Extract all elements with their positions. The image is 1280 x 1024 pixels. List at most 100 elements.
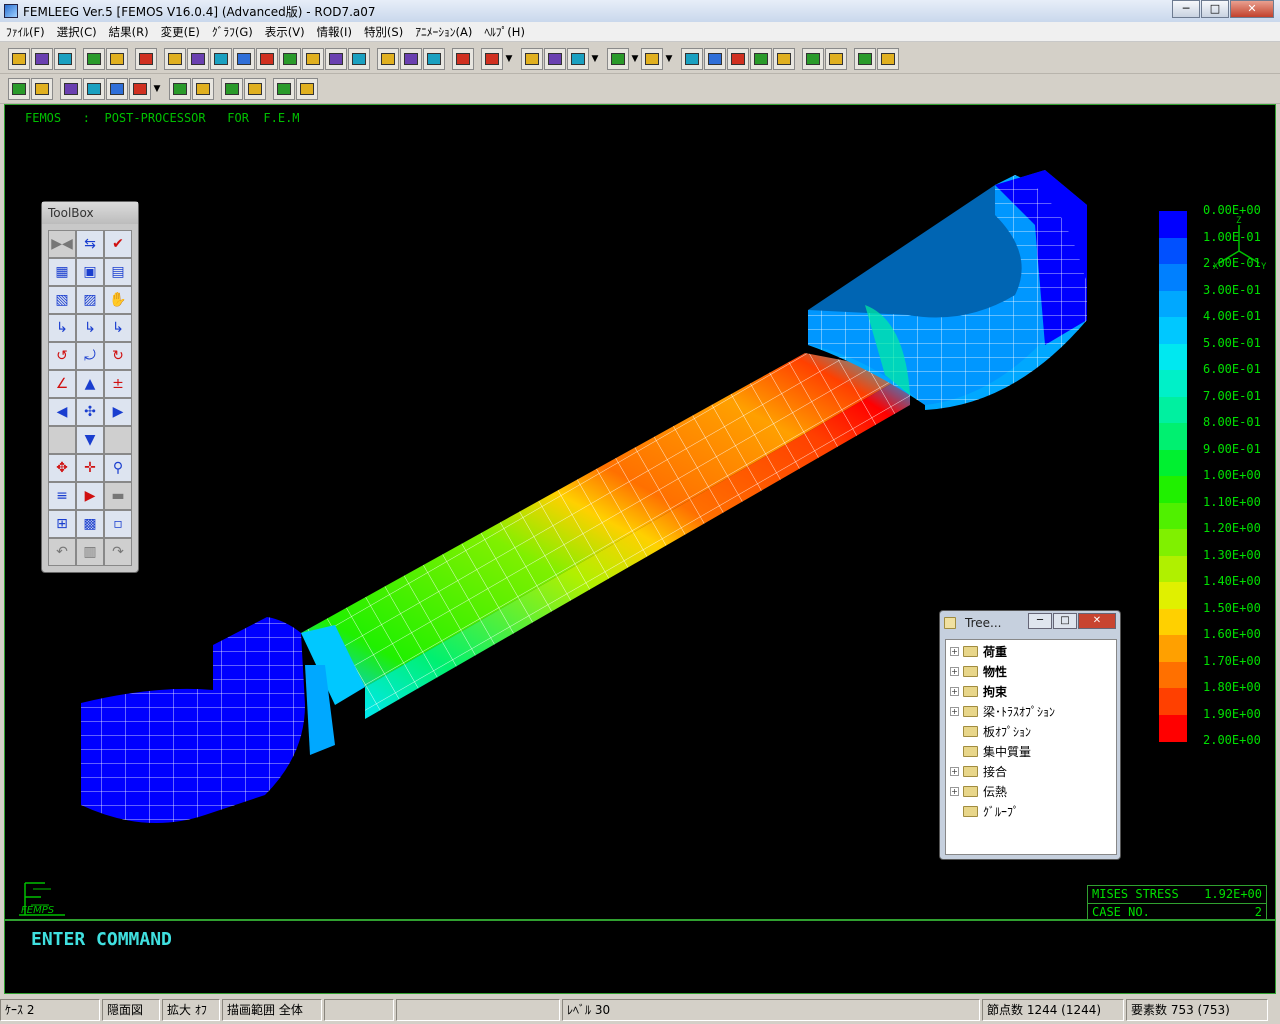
toolbox-tool-icon[interactable]: ▬ [104,482,132,510]
toolbar-dropdown-icon[interactable]: ▼ [664,48,674,70]
toolbar-tool-icon[interactable] [31,47,53,70]
tree-node[interactable]: + 接合 [950,761,1007,781]
menu-view[interactable]: 表示(V) [259,24,311,40]
menu-help[interactable]: ﾍﾙﾌﾟ(H) [478,24,531,40]
toolbar-tool-icon[interactable] [169,77,191,100]
toolbox-tool-icon[interactable]: ▶ [76,482,104,510]
toolbox-tool-icon[interactable]: ▩ [76,510,104,538]
toolbox-tool-icon[interactable]: ✋ [104,286,132,314]
toolbox-tool-icon[interactable]: ⚲ [104,454,132,482]
toolbox-tool-icon[interactable]: ◀ [48,398,76,426]
toolbox-tool-icon[interactable]: ↳ [104,314,132,342]
tree-minimize-button[interactable]: ─ [1028,613,1052,629]
app-icon[interactable] [4,4,18,18]
toolbar-tool-icon[interactable] [192,77,214,100]
toolbar-tool-icon[interactable] [302,47,324,70]
toolbar-tool-icon[interactable] [187,47,209,70]
toolbox-tool-icon[interactable]: ∠ [48,370,76,398]
menu-special[interactable]: 特別(S) [358,24,409,40]
tree-node[interactable]: + 拘束 [950,681,1007,701]
tree-expand-icon[interactable]: + [950,686,959,696]
toolbox-window[interactable]: ToolBox ▶◀ ⇆ ✔ ▦ ▣ ▤ ▧ ▨ ✋ ↳ ↳ ↳ ↺ ⤾ ↻ ∠ ▲ ± ◀ ✣ ▶ ▼ ✥ ✛ ⚲ ≡ ▶ ▬ ⊞ ▩ ▫… [41,201,139,573]
tree-close-button[interactable]: ✕ [1078,613,1116,629]
toolbar-dropdown-icon[interactable]: ▼ [590,48,600,70]
toolbox-tool-icon[interactable]: ⊞ [48,510,76,538]
tree-node[interactable]: 板ｵﾌﾟｼｮﾝ [950,721,1031,741]
toolbox-tool-icon[interactable]: ↳ [76,314,104,342]
toolbar-tool-icon[interactable] [31,77,53,100]
toolbox-tool-icon[interactable]: ↶ [48,538,76,566]
toolbox-tool-icon[interactable]: ▫ [104,510,132,538]
toolbar-tool-icon[interactable] [348,47,370,70]
toolbox-tool-icon[interactable]: ↳ [48,314,76,342]
toolbar-tool-icon[interactable] [60,77,82,100]
tree-expand-icon[interactable]: + [950,666,959,676]
tree-expand-icon[interactable]: + [950,786,959,796]
maximize-button[interactable]: □ [1201,0,1229,18]
toolbar-tool-icon[interactable] [106,47,128,70]
menu-animation[interactable]: ｱﾆﾒｰｼｮﾝ(A) [409,24,478,40]
toolbox-tool-icon[interactable]: ▦ [48,258,76,286]
toolbox-tool-icon[interactable]: ⇆ [76,230,104,258]
menu-file[interactable]: ﾌｧｲﾙ(F) [0,24,51,40]
toolbar-tool-icon[interactable] [825,47,847,70]
toolbar-tool-icon[interactable] [641,47,663,70]
toolbox-tool-icon[interactable]: ▧ [48,286,76,314]
minimize-button[interactable]: ─ [1172,0,1200,18]
toolbar-tool-icon[interactable] [681,47,703,70]
toolbar-tool-icon[interactable] [452,47,474,70]
toolbar-tool-icon[interactable] [83,47,105,70]
tree-node[interactable]: 集中質量 [950,741,1031,761]
toolbar-tool-icon[interactable] [400,47,422,70]
toolbox-tool-icon[interactable]: ▥ [76,538,104,566]
toolbar-tool-icon[interactable] [256,47,278,70]
toolbar-tool-icon[interactable] [521,47,543,70]
toolbar-tool-icon[interactable] [221,77,243,100]
toolbar-tool-icon[interactable] [135,47,157,70]
tree-expand-icon[interactable]: + [950,646,959,656]
command-area[interactable]: ENTER COMMAND [4,920,1276,994]
toolbar-tool-icon[interactable] [423,47,445,70]
toolbox-tool-icon[interactable]: ↷ [104,538,132,566]
toolbar-tool-icon[interactable] [233,47,255,70]
toolbar-tool-icon[interactable] [244,77,266,100]
toolbar-tool-icon[interactable] [106,77,128,100]
toolbar-tool-icon[interactable] [877,47,899,70]
tree-node[interactable]: ｸﾞﾙｰﾌﾟ [950,801,1019,821]
toolbox-tool-icon[interactable]: ± [104,370,132,398]
toolbar-tool-icon[interactable] [273,77,295,100]
tree-node[interactable]: + 梁･ﾄﾗｽｵﾌﾟｼｮﾝ [950,701,1055,721]
close-button[interactable]: ✕ [1230,0,1274,18]
toolbox-tool-icon[interactable]: ↻ [104,342,132,370]
toolbar-tool-icon[interactable] [802,47,824,70]
tree-maximize-button[interactable]: □ [1053,613,1077,629]
tree-node[interactable]: + 伝熱 [950,781,1007,801]
toolbox-tool-icon[interactable]: ▶ [104,398,132,426]
tree-node[interactable]: + 物性 [950,661,1007,681]
toolbar-tool-icon[interactable] [164,47,186,70]
toolbar-tool-icon[interactable] [8,47,30,70]
toolbox-tool-icon[interactable]: ⤾ [76,342,104,370]
toolbox-tool-icon[interactable]: ✔ [104,230,132,258]
toolbar-tool-icon[interactable] [279,47,301,70]
tree-window[interactable]: Tree... ─ □ ✕ + 荷重 + 物性 + 拘束 + 梁･ﾄﾗｽｵﾌﾟｼｮﾝ 板ｵﾌﾟｼ… [939,610,1121,860]
toolbox-tool-icon[interactable]: ✥ [48,454,76,482]
toolbar-tool-icon[interactable] [83,77,105,100]
toolbox-tool-icon[interactable]: ▨ [76,286,104,314]
menu-result[interactable]: 結果(R) [103,24,155,40]
toolbar-tool-icon[interactable] [544,47,566,70]
toolbox-tool-icon[interactable]: ▲ [76,370,104,398]
toolbar-tool-icon[interactable] [325,47,347,70]
menu-modify[interactable]: 変更(E) [155,24,206,40]
toolbox-tool-icon[interactable]: ✣ [76,398,104,426]
toolbar-tool-icon[interactable] [607,47,629,70]
toolbox-tool-icon[interactable]: ▶◀ [48,230,76,258]
toolbar-tool-icon[interactable] [54,47,76,70]
toolbar-tool-icon[interactable] [210,47,232,70]
toolbar-tool-icon[interactable] [377,47,399,70]
toolbox-tool-icon[interactable] [48,426,76,454]
toolbar-tool-icon[interactable] [129,77,151,100]
toolbar-tool-icon[interactable] [704,47,726,70]
toolbar-dropdown-icon[interactable]: ▼ [630,48,640,70]
menu-graph[interactable]: ｸﾞﾗﾌ(G) [206,24,259,40]
